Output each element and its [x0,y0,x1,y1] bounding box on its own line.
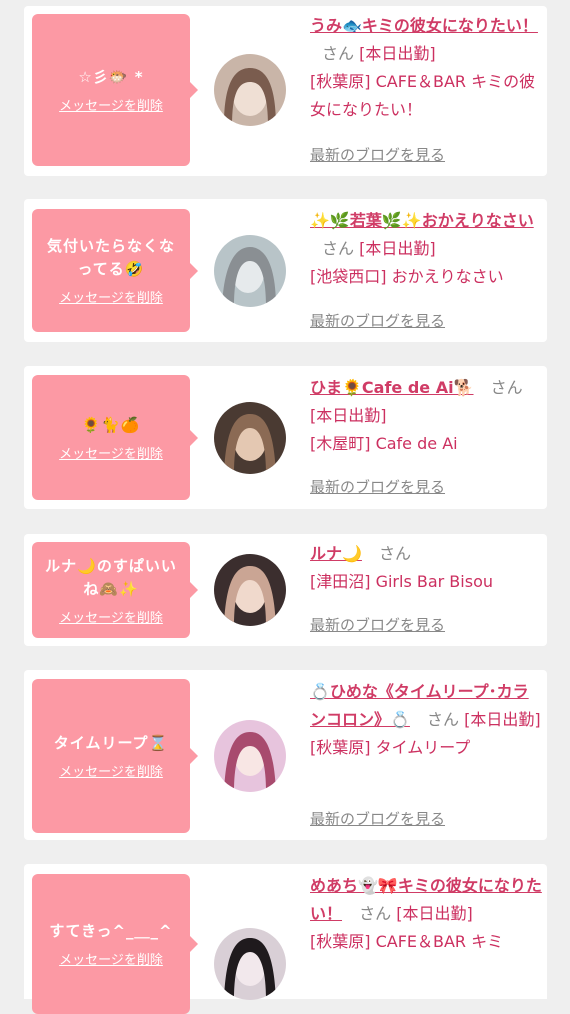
latest-blog-link[interactable]: 最新のブログを見る [310,144,445,165]
honorific: さん [379,544,412,563]
avatar[interactable] [214,235,286,307]
honorific: さん [490,378,523,397]
avatar-image [214,928,286,1000]
avatar-image [214,402,286,474]
latest-blog-link[interactable]: 最新のブログを見る [310,310,445,331]
cast-info: めあち👻🎀キミの彼女になりたい！ さん [本日出勤] [秋葉原] CAFE＆BA… [310,872,542,956]
delete-message-link[interactable]: メッセージを削除 [59,761,163,780]
shop-name: [津田沼] Girls Bar Bisou [310,572,493,591]
latest-blog-link[interactable]: 最新のブログを見る [310,476,445,497]
avatar[interactable] [214,402,286,474]
cast-info: うみ🐟キミの彼女になりたい！ さん [本日出勤] [秋葉原] CAFE＆BAR … [310,12,542,124]
cast-name-link[interactable]: ひま🌻Cafe de Ai🐕 [310,378,474,397]
message-card: ☆彡🐡 * メッセージを削除 うみ🐟キミの彼女になりたい！ さん [本日出勤] … [24,6,547,176]
message-bubble: ルナ🌙のすぱいいね🙈✨ メッセージを削除 [32,542,198,638]
cast-info: 💍ひめな《タイムリープ･カランコロン》💍 さん [本日出勤] [秋葉原] タイム… [310,678,542,762]
delete-message-link[interactable]: メッセージを削除 [59,95,163,114]
cast-name-link[interactable]: うみ🐟キミの彼女になりたい！ [310,16,538,35]
message-card: 🌻🐈🍊 メッセージを削除 ひま🌻Cafe de Ai🐕 さん [本日出勤] [木… [24,366,547,509]
cast-info: ルナ🌙 さん [津田沼] Girls Bar Bisou [310,540,542,596]
message-text: 気付いたらなくなってる🤣 [46,237,175,278]
latest-blog-link[interactable]: 最新のブログを見る [310,614,445,635]
status-badge: [本日出勤] [396,904,473,923]
message-list: ☆彡🐡 * メッセージを削除 うみ🐟キミの彼女になりたい！ さん [本日出勤] … [0,0,570,1014]
message-bubble: すてきっ^_＿_^ メッセージを削除 [32,874,198,1014]
shop-name: [秋葉原] タイムリープ [310,738,471,757]
honorific: さん [359,904,392,923]
honorific: さん [427,710,460,729]
cast-info: ✨🌿若葉🌿✨おかえりなさい さん [本日出勤] [池袋西口] おかえりなさい [310,207,542,291]
delete-message-link[interactable]: メッセージを削除 [59,949,163,968]
status-badge: [本日出勤] [310,406,387,425]
status-badge: [本日出勤] [464,710,541,729]
avatar[interactable] [214,54,286,126]
message-text: すてきっ^_＿_^ [49,922,173,940]
message-card: すてきっ^_＿_^ メッセージを削除 めあち👻🎀キミの彼女になりたい！ さん [… [24,864,547,1014]
delete-message-link[interactable]: メッセージを削除 [59,287,163,306]
avatar-image [214,54,286,126]
avatar[interactable] [214,720,286,792]
message-card: タイムリープ⌛ メッセージを削除 💍ひめな《タイムリープ･カランコロン》💍 さん… [24,670,547,840]
cast-name-link[interactable]: ✨🌿若葉🌿✨おかえりなさい [310,211,534,230]
avatar-image [214,235,286,307]
cast-info: ひま🌻Cafe de Ai🐕 さん [本日出勤] [木屋町] Cafe de A… [310,374,542,458]
shop-name: [池袋西口] おかえりなさい [310,267,504,286]
status-badge: [本日出勤] [359,44,436,63]
shop-name: [秋葉原] CAFE＆BAR キミ [310,932,504,951]
message-bubble: 🌻🐈🍊 メッセージを削除 [32,375,198,500]
latest-blog-link[interactable]: 最新のブログを見る [310,808,445,829]
shop-name: [木屋町] Cafe de Ai [310,434,458,453]
honorific: さん [322,44,355,63]
honorific: さん [322,239,355,258]
delete-message-link[interactable]: メッセージを削除 [59,607,163,626]
delete-message-link[interactable]: メッセージを削除 [59,443,163,462]
message-bubble: ☆彡🐡 * メッセージを削除 [32,14,198,166]
avatar[interactable] [214,928,286,1000]
shop-name: [秋葉原] CAFE＆BAR キミの彼女になりたい！ [310,72,536,119]
message-bubble: 気付いたらなくなってる🤣 メッセージを削除 [32,209,198,332]
cast-name-link[interactable]: ルナ🌙 [310,544,362,563]
message-text: ルナ🌙のすぱいいね🙈✨ [45,556,177,598]
message-text: ☆彡🐡 * [78,68,144,86]
message-card: ルナ🌙のすぱいいね🙈✨ メッセージを削除 ルナ🌙 さん [津田沼] Girls … [24,534,547,646]
message-bubble: タイムリープ⌛ メッセージを削除 [32,679,198,833]
message-text: 🌻🐈🍊 [81,415,141,434]
avatar[interactable] [214,554,286,626]
message-card: 気付いたらなくなってる🤣 メッセージを削除 ✨🌿若葉🌿✨おかえりなさい さん [… [24,199,547,342]
status-badge: [本日出勤] [359,239,436,258]
avatar-image [214,720,286,792]
message-text: タイムリープ⌛ [53,734,169,752]
avatar-image [214,554,286,626]
